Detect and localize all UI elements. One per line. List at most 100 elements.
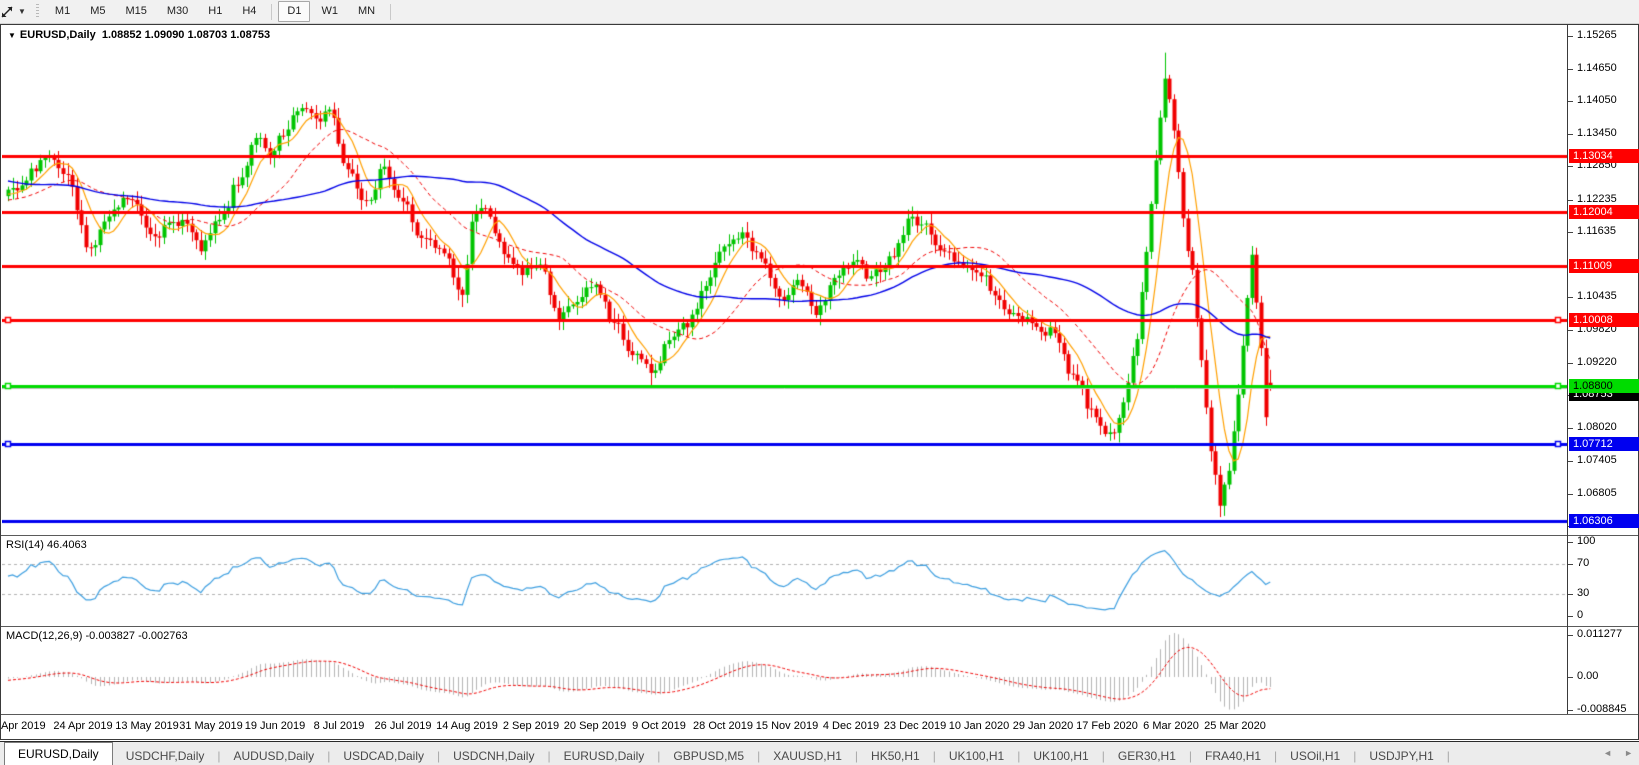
panel-divider[interactable] [1,535,1638,536]
hline-price-label-1-06306: 1.06306 [1569,513,1639,528]
axis-tick-mark [1568,362,1573,364]
axis-tick-mark [1568,593,1573,595]
rsi-panel-canvas[interactable] [2,536,1567,625]
crosshair-tool-icon[interactable] [0,4,16,20]
chart-window: ▼ EURUSD,Daily 1.08852 1.09090 1.08703 1.… [0,24,1639,740]
chart-tab-usdchf-daily[interactable]: USDCHF,Daily [113,746,218,765]
axis-tick-mark [1568,166,1573,168]
price-axis-tick: 1.13450 [1577,126,1617,139]
chart-ohlc-values: 1.08852 1.09090 1.08703 1.08753 [101,29,271,41]
chart-tab-uk100-h1[interactable]: UK100,H1 [1020,746,1101,765]
price-axis-divider [1567,25,1568,714]
hline-price-label-1-12004: 1.12004 [1569,205,1639,220]
price-axis-tick: 1.09220 [1577,355,1617,368]
tab-scroll-right-icon[interactable]: ► [1624,748,1633,758]
chart-tab-eurusd-daily[interactable]: EURUSD,Daily [4,742,113,765]
rsi-axis-tick: 70 [1577,557,1590,570]
price-axis-tick: 1.14650 [1577,61,1617,74]
chart-symbol-label: EURUSD,Daily [19,29,96,41]
price-axis-tick: 1.10435 [1577,290,1617,303]
price-axis-tick: 1.12235 [1577,192,1617,205]
macd-axis-tick: -0.008845 [1577,703,1627,716]
hline-price-label-1-10008: 1.10008 [1569,313,1639,328]
axis-tick-mark [1568,101,1573,103]
chart-tab-gbpusd-m5[interactable]: GBPUSD,M5 [660,746,757,765]
date-axis-label: 20 Sep 2019 [563,720,627,732]
axis-tick-mark [1568,133,1573,135]
chart-tab-usdcad-daily[interactable]: USDCAD,Daily [330,746,437,765]
hline-price-label-1-13034: 1.13034 [1569,149,1639,164]
macd-axis-tick: 0.00 [1577,670,1599,682]
axis-tick-mark [1568,677,1573,678]
price-axis-tick: 1.06805 [1577,486,1617,499]
chart-tab-eurusd-daily[interactable]: EURUSD,Daily [551,746,658,765]
date-axis-label: 13 May 2019 [115,720,179,732]
macd-indicator-label: MACD(12,26,9) -0.003827 -0.002763 [6,630,188,642]
macd-values: -0.003827 -0.002763 [85,630,188,642]
timeframe-button-h1[interactable]: H1 [199,1,231,22]
panel-divider[interactable] [1,626,1638,627]
chart-tab-hk50-h1[interactable]: HK50,H1 [858,746,933,765]
date-axis-label: 24 Apr 2019 [53,720,113,732]
axis-tick-mark [1568,68,1573,70]
timeframe-button-m30[interactable]: M30 [158,1,197,22]
chart-tab-usdcnh-daily[interactable]: USDCNH,Daily [440,746,547,765]
toolbar-separator [271,3,273,20]
date-axis-label: 25 Mar 2020 [1204,720,1266,732]
date-axis-label: 23 Dec 2019 [883,720,947,732]
hline-price-label-1-08800: 1.08800 [1569,378,1639,393]
chart-title: ▼ EURUSD,Daily 1.08852 1.09090 1.08703 1.… [8,29,270,41]
date-axis-label: 10 Jan 2020 [948,720,1010,732]
chart-tab-bar: EURUSD,Daily USDCHF,Daily | AUDUSD,Daily | US… [0,741,1639,765]
date-axis-label: 4 Dec 2019 [822,720,880,732]
hline-price-label-1-11009: 1.11009 [1569,258,1639,273]
axis-tick-mark [1568,427,1573,429]
axis-tick-mark [1568,493,1573,495]
timeframe-button-m15[interactable]: M15 [116,1,155,22]
date-axis-label: 5 Apr 2019 [0,720,46,732]
tool-dropdown-icon[interactable]: ▼ [18,7,26,16]
price-chart-canvas[interactable] [2,25,1567,535]
axis-tick-mark [1568,634,1573,636]
chart-tab-uk100-h1[interactable]: UK100,H1 [936,746,1017,765]
rsi-axis-tick: 0 [1577,609,1584,621]
timeframe-button-h4[interactable]: H4 [233,1,265,22]
price-axis-tick: 1.11635 [1577,225,1616,238]
toolbar-grip [35,4,39,19]
axis-tick-mark [1568,461,1573,463]
timeframe-button-m1[interactable]: M1 [46,1,79,22]
chart-tab-xauusd-h1[interactable]: XAUUSD,H1 [760,746,855,765]
price-axis-tick: 1.15265 [1577,28,1617,41]
rsi-axis-tick: 30 [1577,586,1590,599]
tab-scroll-left-icon[interactable]: ◄ [1603,748,1612,758]
price-axis-tick: 1.07405 [1577,454,1617,467]
timeframe-button-d1[interactable]: D1 [278,1,311,22]
timeframe-button-w1[interactable]: W1 [312,1,347,22]
hline-price-label-1-07712: 1.07712 [1569,437,1639,452]
date-axis-label: 26 Jul 2019 [374,720,432,732]
axis-tick-mark [1568,564,1573,566]
chart-dropdown-icon[interactable]: ▼ [8,31,16,40]
date-axis-label: 17 Feb 2020 [1076,720,1138,732]
date-axis-label: 19 Jun 2019 [244,720,306,732]
chart-tab-audusd-daily[interactable]: AUDUSD,Daily [221,746,328,765]
chart-tab-usoil-h1[interactable]: USOil,H1 [1277,746,1353,765]
axis-tick-mark [1568,542,1573,543]
date-axis-label: 14 Aug 2019 [436,720,498,732]
rsi-name: RSI(14) [6,539,44,551]
chart-tab-usdjpy-h1[interactable]: USDJPY,H1 [1356,746,1446,765]
timeframe-button-mn[interactable]: MN [349,1,384,22]
rsi-value: 46.4063 [46,539,87,551]
axis-tick-mark [1568,35,1573,37]
date-axis-label: 9 Oct 2019 [632,720,686,732]
axis-tick-mark [1568,232,1573,234]
chart-tab-fra40-h1[interactable]: FRA40,H1 [1192,746,1274,765]
date-axis-label: 8 Jul 2019 [313,720,365,732]
macd-panel-canvas[interactable] [2,627,1567,713]
timeframe-button-m5[interactable]: M5 [81,1,114,22]
date-axis-label: 6 Mar 2020 [1143,720,1199,732]
axis-tick-mark [1568,330,1573,332]
chart-tab-ger30-h1[interactable]: GER30,H1 [1105,746,1189,765]
date-axis-label: 31 May 2019 [179,720,243,732]
macd-axis-tick: 0.011277 [1577,627,1623,640]
